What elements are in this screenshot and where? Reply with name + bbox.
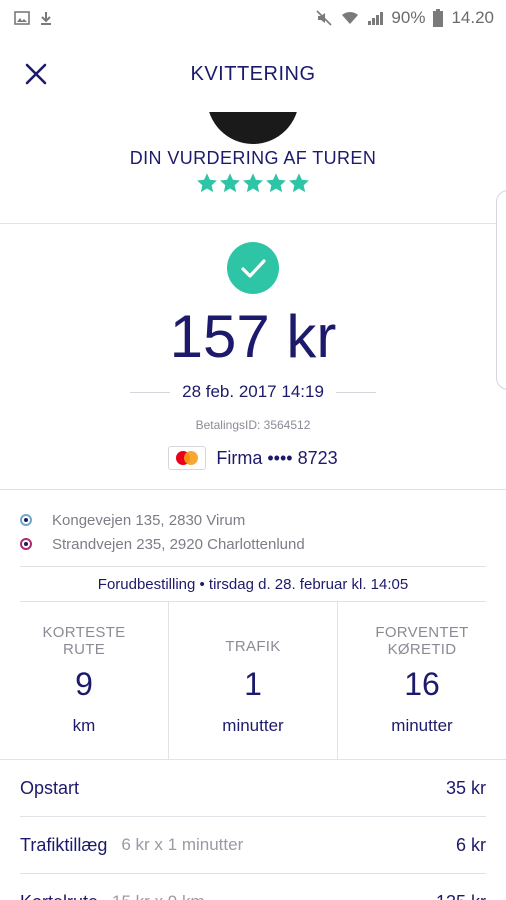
close-icon[interactable] bbox=[22, 60, 50, 88]
rating-section: DIN VURDERING AF TUREN bbox=[0, 112, 506, 224]
stat-unit: km bbox=[72, 716, 96, 735]
star-icon[interactable] bbox=[265, 172, 287, 194]
stat-shortest-route: KORTESTE RUTE 9 km bbox=[0, 602, 168, 759]
side-drawer-handle[interactable] bbox=[496, 190, 506, 390]
route-destination: Strandvejen 235, 2920 Charlottenlund bbox=[20, 532, 486, 556]
prebooking-info: Forudbestilling • tirsdag d. 28. februar… bbox=[20, 566, 486, 602]
success-badge bbox=[227, 242, 279, 294]
star-icon[interactable] bbox=[242, 172, 264, 194]
route-origin: Kongevejen 135, 2830 Virum bbox=[20, 508, 486, 532]
stat-expected-time: FORVENTET KØRETID 16 minutter bbox=[337, 602, 506, 759]
status-bar-left bbox=[14, 10, 54, 26]
divider bbox=[335, 391, 377, 393]
stat-traffic: TRAFIK 1 minutter bbox=[168, 602, 337, 759]
clock: 14.20 bbox=[451, 8, 494, 27]
stat-label: TRAFIK bbox=[169, 638, 337, 655]
price-label: Kortelrute bbox=[20, 892, 98, 900]
status-bar: 90% 14.20 bbox=[0, 0, 506, 36]
mastercard-icon bbox=[168, 446, 207, 470]
payment-id: BetalingsID: 3564512 bbox=[195, 418, 311, 432]
stat-value: 16 bbox=[404, 666, 440, 702]
download-icon bbox=[41, 12, 51, 25]
trip-stats: KORTESTE RUTE 9 km TRAFIK 1 minutter FOR… bbox=[0, 602, 506, 760]
price-label: Opstart bbox=[20, 777, 80, 798]
stat-value: 1 bbox=[244, 666, 262, 702]
price-label-group: Opstart bbox=[20, 778, 79, 799]
total-amount: 157 kr bbox=[169, 303, 337, 370]
price-value: 135 kr bbox=[436, 892, 486, 900]
price-value: 35 kr bbox=[445, 777, 486, 798]
stat-label-line: KØRETID bbox=[387, 641, 457, 658]
rating-title: DIN VURDERING AF TUREN bbox=[129, 148, 377, 168]
payment-summary: 157 kr 28 feb. 2017 14:19 BetalingsID: 3… bbox=[0, 224, 506, 490]
stat-label-line: TRAFIK bbox=[225, 638, 281, 655]
signal-icon bbox=[368, 12, 384, 25]
divider bbox=[130, 391, 171, 393]
star-rating[interactable] bbox=[0, 172, 506, 194]
gallery-icon bbox=[14, 11, 30, 25]
destination-address: Strandvejen 235, 2920 Charlottenlund bbox=[52, 535, 305, 553]
page-title: KVITTERING bbox=[190, 62, 316, 85]
checkmark-icon bbox=[241, 259, 266, 278]
price-detail: 15 kr x 9 km bbox=[112, 892, 205, 900]
star-icon[interactable] bbox=[196, 172, 218, 194]
stat-label-line: KORTESTE bbox=[42, 624, 126, 641]
card-label: Firma •••• 8723 bbox=[216, 447, 338, 468]
battery-icon bbox=[433, 9, 444, 27]
origin-address: Kongevejen 135, 2830 Virum bbox=[52, 511, 246, 529]
price-label-group: Trafiktillæg 6 kr x 1 minutter bbox=[20, 835, 243, 856]
price-label: Trafiktillæg bbox=[20, 834, 108, 855]
status-bar-right: 90% 14.20 bbox=[315, 8, 494, 28]
star-icon[interactable] bbox=[288, 172, 310, 194]
price-label-group: Kortelrute 15 kr x 9 km bbox=[20, 892, 205, 900]
battery-percent: 90% bbox=[391, 8, 426, 27]
price-value: 6 kr bbox=[455, 834, 486, 855]
stat-label: KORTESTE RUTE bbox=[0, 624, 168, 658]
stat-value: 9 bbox=[75, 666, 93, 702]
stat-label: FORVENTET KØRETID bbox=[338, 624, 506, 658]
trip-route: Kongevejen 135, 2830 Virum Strandvejen 2… bbox=[0, 490, 506, 556]
price-row-start: Opstart 35 kr bbox=[20, 760, 486, 817]
price-row-distance: Kortelrute 15 kr x 9 km 135 kr bbox=[20, 874, 486, 900]
driver-avatar bbox=[207, 112, 299, 144]
stat-unit: minutter bbox=[391, 716, 453, 735]
stat-label-line: RUTE bbox=[62, 641, 106, 658]
destination-pin-icon bbox=[20, 538, 32, 550]
mute-icon bbox=[316, 10, 332, 26]
origin-pin-icon bbox=[20, 514, 32, 526]
payment-card: Firma •••• 8723 bbox=[0, 446, 506, 470]
app-header: KVITTERING bbox=[0, 36, 506, 112]
stat-label-line: FORVENTET bbox=[375, 624, 469, 641]
price-row-traffic: Trafiktillæg 6 kr x 1 minutter 6 kr bbox=[20, 817, 486, 874]
price-detail: 6 kr x 1 minutter bbox=[121, 835, 244, 854]
star-icon[interactable] bbox=[219, 172, 241, 194]
payment-date-row: 28 feb. 2017 14:19 bbox=[130, 382, 377, 402]
wifi-icon bbox=[342, 11, 359, 24]
payment-date: 28 feb. 2017 14:19 bbox=[182, 382, 324, 401]
stat-unit: minutter bbox=[222, 716, 284, 735]
